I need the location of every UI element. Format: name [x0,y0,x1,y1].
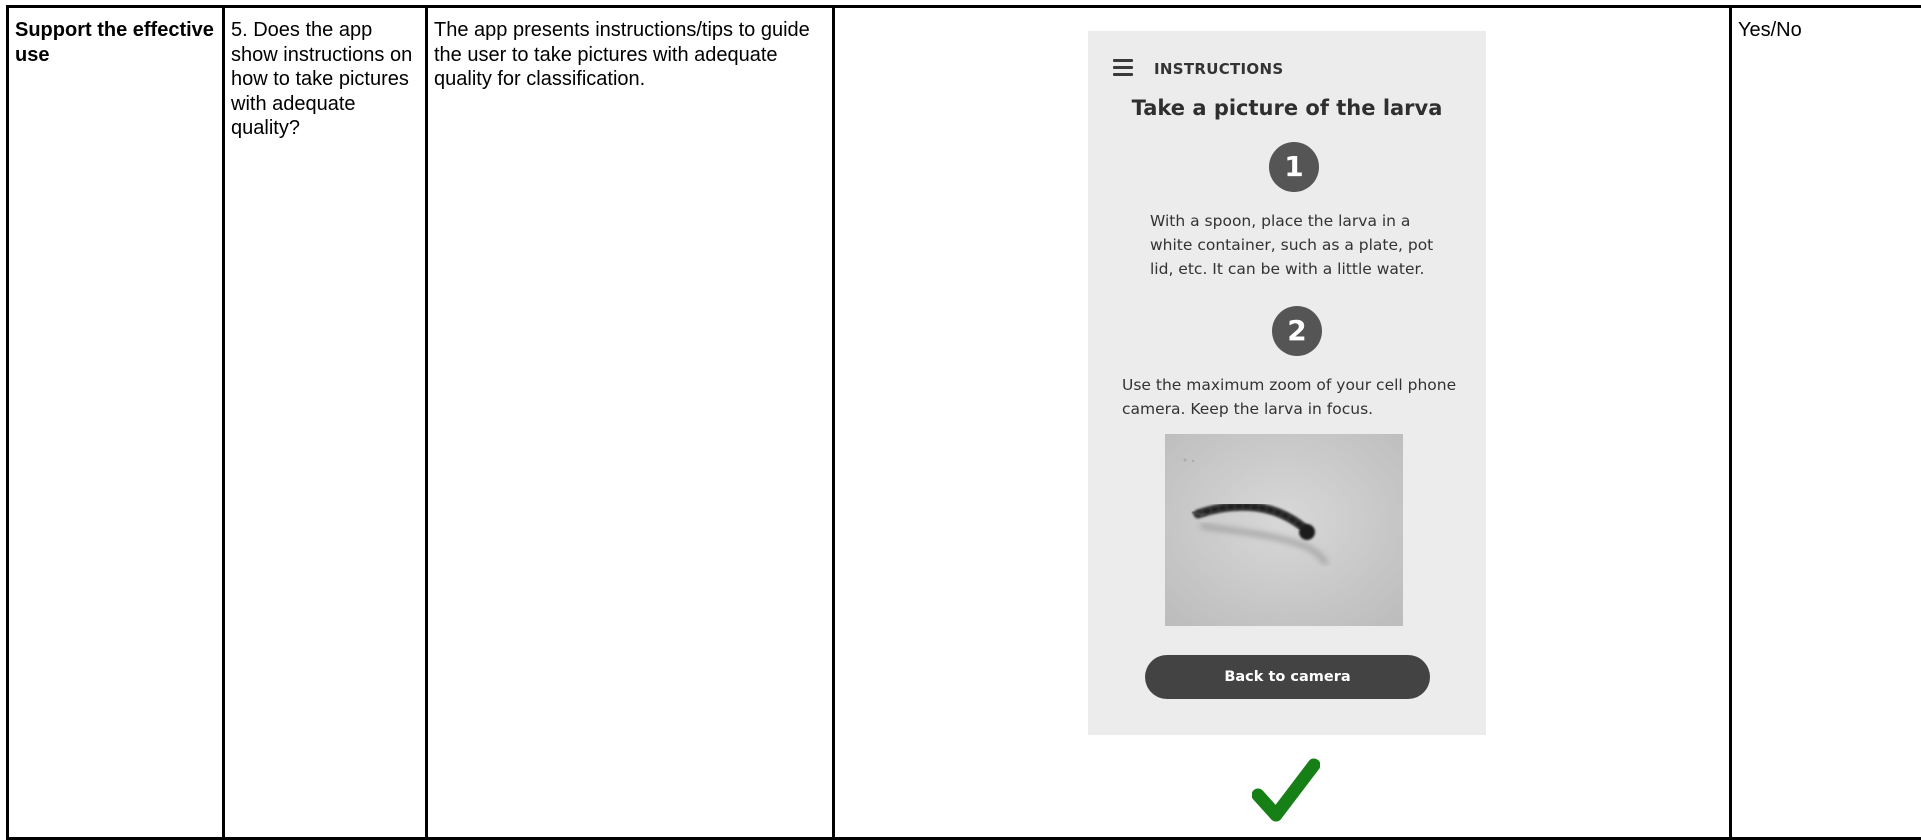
answer-cell: Yes/No [1731,7,1921,839]
category-cell: Support the effective use [8,7,224,839]
table-row: Support the effective use 5. Does the ap… [8,7,1921,839]
hamburger-menu-icon[interactable] [1113,58,1133,76]
check-mark-icon [1252,757,1320,823]
step-2-badge: 2 [1272,306,1322,356]
screen-heading: Take a picture of the larva [1088,96,1486,121]
step-1-text: With a spoon, place the larva in a white… [1150,209,1450,281]
step-1-badge: 1 [1269,142,1319,192]
app-bar-title: INSTRUCTIONS [1154,57,1283,82]
app-screenshot: INSTRUCTIONS Take a picture of the larva… [1088,31,1486,735]
description-cell: The app presents instructions/tips to gu… [427,7,834,839]
larva-photo [1165,434,1403,626]
question-cell: 5. Does the app show instructions on how… [224,7,427,839]
back-to-camera-button[interactable]: Back to camera [1145,655,1430,699]
screenshot-cell: INSTRUCTIONS Take a picture of the larva… [834,7,1731,839]
step-2-text: Use the maximum zoom of your cell phone … [1122,373,1477,421]
evaluation-table: Support the effective use 5. Does the ap… [6,5,1921,840]
